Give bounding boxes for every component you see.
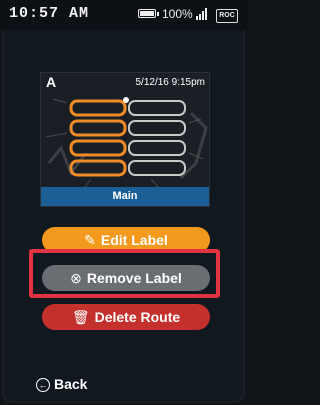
delete-route-text: Delete Route — [94, 309, 181, 325]
signal-icon — [196, 8, 208, 20]
map-letter: A — [46, 74, 57, 90]
delete-route-button[interactable]: 🗑 Delete Route — [42, 304, 210, 330]
trash-icon: 🗑 — [71, 309, 90, 325]
back-button[interactable]: ← Back — [36, 376, 87, 392]
back-arrow-icon: ← — [36, 378, 50, 392]
map-card-header: A 5/12/16 9:15pm — [41, 73, 209, 91]
route-map-card[interactable]: A 5/12/16 9:15pm Main — [40, 72, 210, 207]
battery-percent: 100% — [162, 7, 193, 21]
map-datetime: 5/12/16 9:15pm — [135, 77, 206, 88]
highlight-annotation — [29, 249, 220, 298]
route-map-image — [41, 93, 209, 189]
carrier-badge: ROC — [216, 9, 238, 23]
battery-icon — [138, 9, 159, 18]
status-time: 10:57 AM — [9, 5, 90, 22]
back-text: Back — [54, 376, 88, 392]
status-bar: 10:57 AM 100% ROC — [0, 0, 247, 30]
map-label-bar: Main — [41, 187, 209, 206]
edit-label-text: Edit Label — [100, 232, 168, 248]
